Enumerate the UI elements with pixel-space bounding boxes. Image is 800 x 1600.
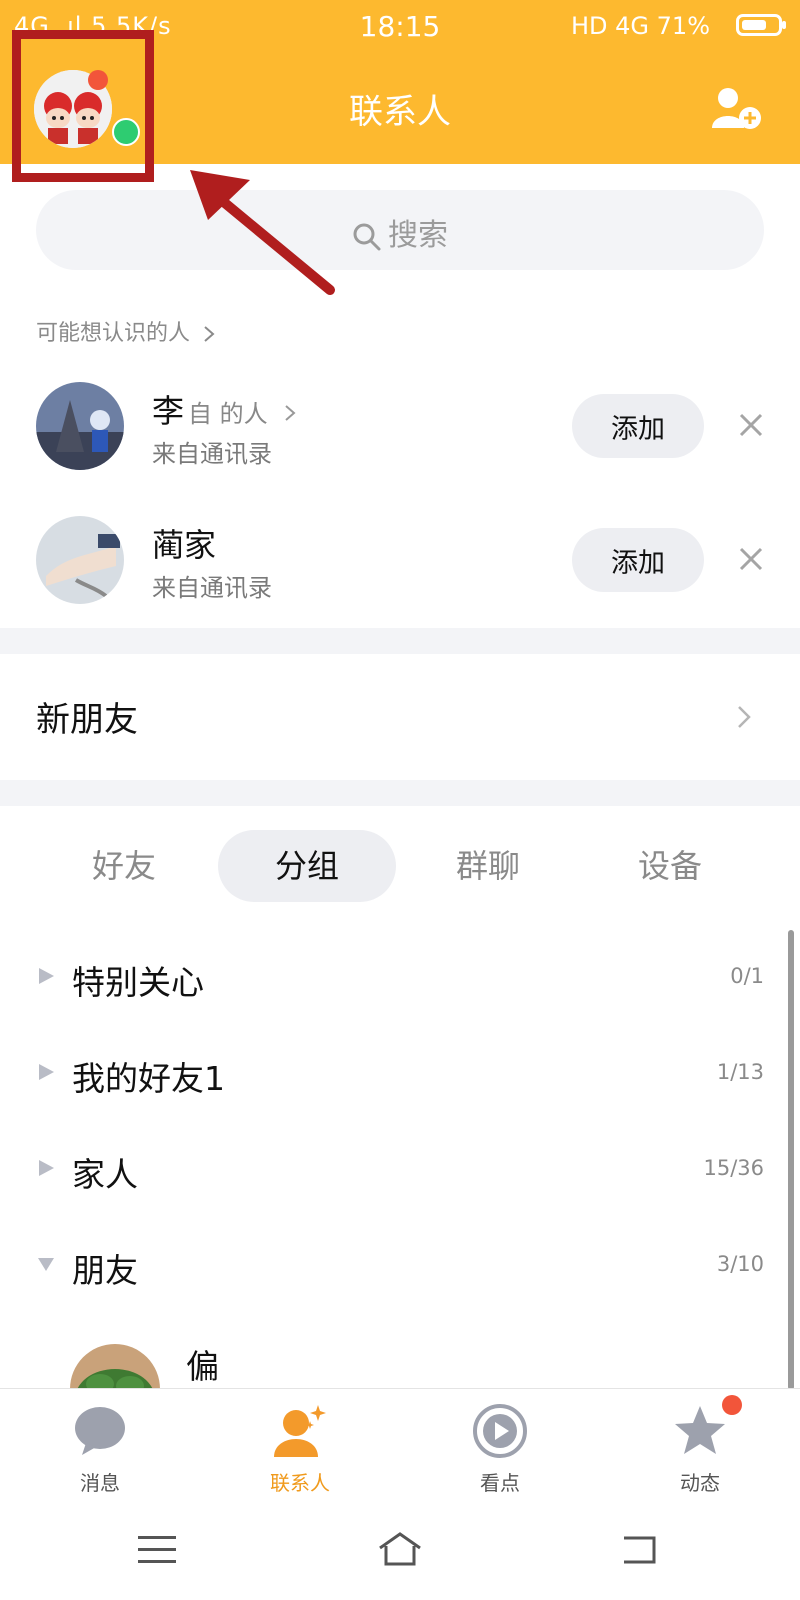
friend-avatar <box>70 1344 160 1390</box>
suggestion-avatar <box>36 516 124 604</box>
group-row[interactable]: 我的好友1 1/13 <box>0 1034 800 1114</box>
contacts-person-icon <box>274 1405 326 1457</box>
nav-label: 动态 <box>680 1471 720 1495</box>
group-row[interactable]: 朋友 3/10 <box>0 1226 800 1306</box>
nav-watch[interactable]: 看点 <box>400 1389 600 1499</box>
new-friends-row[interactable]: 新朋友 <box>0 654 800 780</box>
triangle-right-icon <box>39 1160 54 1176</box>
group-name: 我的好友1 <box>72 1059 225 1098</box>
suggestion-name: 李 <box>152 392 185 430</box>
triangle-down-icon <box>38 1258 54 1271</box>
suggestion-name: 蔺家 <box>152 526 217 564</box>
play-circle-icon <box>473 1404 527 1458</box>
suggestion-name-extra: 自 的人 <box>188 400 268 428</box>
avatar-image-icon <box>36 516 124 604</box>
annotation-arrow-icon <box>190 170 335 295</box>
group-row[interactable]: 特别关心 0/1 <box>0 938 800 1018</box>
nav-messages[interactable]: 消息 <box>0 1389 200 1499</box>
group-row[interactable]: 家人 15/36 <box>0 1130 800 1210</box>
search-placeholder: 搜索 <box>388 218 448 253</box>
friend-list-item[interactable]: 偏 <box>0 1330 800 1390</box>
suggestion-source: 来自通讯录 <box>152 574 272 602</box>
suggestion-name-line: 李自 的人 <box>152 386 296 432</box>
group-count: 3/10 <box>716 1252 764 1276</box>
triangle-right-icon <box>39 1064 54 1080</box>
scrollbar[interactable] <box>788 930 794 1390</box>
chevron-right-icon <box>285 405 296 421</box>
group-name: 家人 <box>72 1155 138 1194</box>
group-name: 特别关心 <box>72 963 204 1002</box>
tab-group-chats[interactable]: 群聊 <box>400 830 576 902</box>
group-name: 朋友 <box>72 1251 138 1290</box>
message-bubble-icon <box>75 1407 125 1455</box>
nav-label: 消息 <box>80 1471 120 1495</box>
tab-friends[interactable]: 好友 <box>36 830 212 902</box>
add-contact-icon[interactable] <box>710 86 762 130</box>
chevron-right-icon <box>738 706 751 728</box>
menu-icon[interactable] <box>134 1528 182 1572</box>
star-icon <box>675 1406 725 1454</box>
search-bar[interactable]: 搜索 <box>36 190 764 270</box>
suggestion-row[interactable]: 蔺家 来自通讯录 添加 <box>0 516 800 644</box>
triangle-right-icon <box>39 968 54 984</box>
nav-label: 联系人 <box>270 1471 330 1495</box>
suggestions-label: 可能想认识的人 <box>36 321 191 346</box>
suggestion-row[interactable]: 李自 的人 来自通讯录 添加 <box>0 382 800 510</box>
add-friend-button[interactable]: 添加 <box>572 394 704 458</box>
system-navigation-bar <box>0 1498 800 1600</box>
home-icon[interactable] <box>376 1528 424 1572</box>
battery-level <box>742 20 766 30</box>
friend-name: 偏 <box>186 1347 219 1386</box>
avatar-plant-icon <box>70 1344 160 1390</box>
nav-contacts[interactable]: 联系人 <box>200 1389 400 1499</box>
dismiss-close-icon[interactable] <box>738 546 764 572</box>
tab-groups[interactable]: 分组 <box>218 830 396 902</box>
new-friends-label: 新朋友 <box>36 700 138 740</box>
suggestion-source: 来自通讯录 <box>152 440 272 468</box>
search-icon <box>353 223 381 250</box>
battery-icon <box>736 14 786 36</box>
chevron-right-icon <box>204 326 215 342</box>
nav-moments[interactable]: 动态 <box>600 1389 800 1499</box>
suggestion-name-line: 蔺家 <box>152 520 220 566</box>
search-placeholder-row: 搜索 <box>36 210 764 254</box>
suggestions-header[interactable]: 可能想认识的人 <box>36 315 215 347</box>
section-divider <box>0 628 800 654</box>
tab-devices[interactable]: 设备 <box>582 830 758 902</box>
dismiss-close-icon[interactable] <box>738 412 764 438</box>
avatar-image-icon <box>36 382 124 470</box>
contact-tabs: 好友 分组 群聊 设备 <box>0 830 800 902</box>
add-friend-button[interactable]: 添加 <box>572 528 704 592</box>
nav-label: 看点 <box>480 1471 520 1495</box>
annotation-highlight-box <box>12 30 154 182</box>
notification-badge <box>722 1395 742 1415</box>
group-count: 0/1 <box>730 964 764 988</box>
group-count: 15/36 <box>703 1156 764 1180</box>
status-indicators: HD 4G 71% <box>571 12 710 40</box>
back-icon[interactable] <box>616 1528 664 1572</box>
section-divider <box>0 780 800 806</box>
group-count: 1/13 <box>716 1060 764 1084</box>
bottom-navigation: 消息 联系人 看点 动态 <box>0 1388 800 1499</box>
suggestion-avatar <box>36 382 124 470</box>
